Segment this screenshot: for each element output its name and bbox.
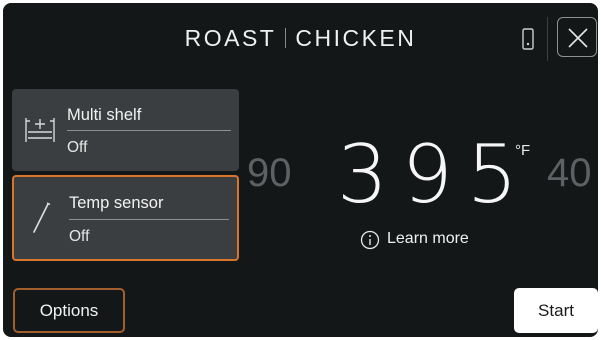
- temp-sensor-divider: [69, 219, 229, 220]
- multi-shelf-label: Multi shelf: [67, 106, 142, 124]
- temp-current-value[interactable]: 395: [337, 128, 532, 221]
- header-divider: [547, 17, 548, 61]
- title-separator: [285, 28, 287, 48]
- learn-more-label: Learn more: [387, 230, 469, 247]
- temp-next-value[interactable]: 40: [547, 151, 592, 196]
- temp-prev-value[interactable]: 90: [247, 151, 292, 196]
- multi-shelf-card[interactable]: Multi shelf Off: [12, 89, 239, 171]
- probe-icon: [33, 202, 51, 233]
- temp-sensor-value: Off: [69, 228, 90, 245]
- title-word-roast: ROAST: [184, 25, 277, 51]
- close-icon: [568, 28, 588, 48]
- temp-unit: °F: [515, 142, 531, 159]
- title-word-chicken: CHICKEN: [295, 25, 417, 51]
- multi-shelf-value: Off: [67, 139, 88, 156]
- shelf-icon: [25, 118, 55, 142]
- start-button[interactable]: Start: [514, 288, 598, 333]
- temp-sensor-card[interactable]: Temp sensor Off: [12, 175, 239, 261]
- phone-icon[interactable]: [521, 27, 535, 51]
- multi-shelf-divider: [67, 130, 231, 131]
- options-button[interactable]: Options: [13, 288, 125, 333]
- temp-sensor-label: Temp sensor: [69, 194, 164, 212]
- close-button[interactable]: [557, 17, 597, 57]
- recipe-title: ROAST CHICKEN: [3, 25, 598, 52]
- oven-screen: ROAST CHICKEN Multi shelf Off Temp senso…: [3, 3, 598, 337]
- info-icon: [360, 230, 380, 250]
